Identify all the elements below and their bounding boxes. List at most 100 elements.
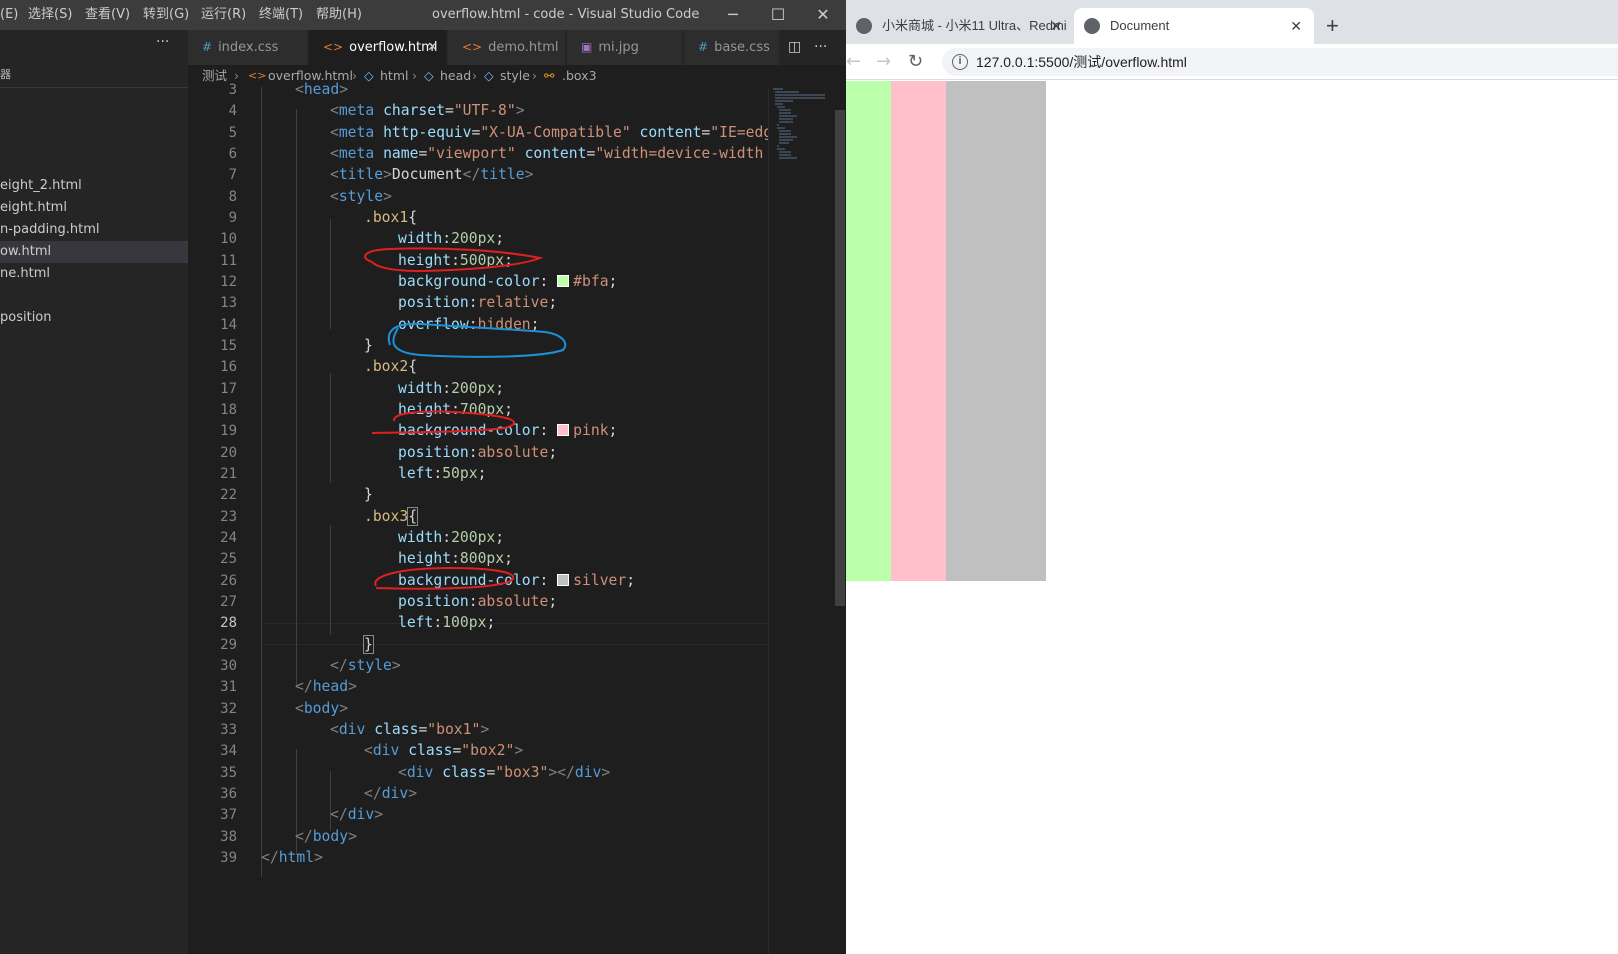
menu-edit[interactable]: (E) [0,0,18,30]
line-number: 33 [220,722,237,738]
menu-go[interactable]: 转到(G) [143,0,189,30]
editor-scrollbar[interactable] [832,87,846,954]
tab-label: demo.html [488,40,559,55]
new-tab-button[interactable]: + [1326,8,1339,44]
menu-terminal[interactable]: 终端(T) [259,0,303,30]
url-text[interactable]: 127.0.0.1:5500/测试/overflow.html [976,48,1187,76]
line-number: 36 [220,786,237,802]
line-number: 25 [220,551,237,567]
menu-view[interactable]: 查看(V) [85,0,130,30]
folder-item[interactable]: position [0,307,188,329]
code-editor[interactable]: 3 4 5 6 7 8 9 10 11 12 13 14 15 16 17 18… [188,81,772,954]
file-item[interactable]: ne.html [0,263,188,285]
tab-label: base.css [714,40,770,55]
indent-guide [330,525,331,635]
line-number-active: 28 [220,615,237,631]
globe-icon [1084,18,1100,34]
color-swatch[interactable] [557,275,570,287]
code-line: <head> [295,81,349,98]
line-number: 31 [220,679,237,695]
css-file-icon: # [202,40,213,54]
close-tab-icon[interactable]: ✕ [427,30,438,65]
forward-button[interactable]: → [876,44,891,80]
line-number: 24 [220,530,237,546]
color-swatch[interactable] [557,574,570,586]
box1 [846,81,1046,581]
chevron-right-icon: › [412,68,417,83]
tab-index-css[interactable]: # index.css [188,30,308,65]
line-number: 35 [220,765,237,781]
box3 [946,81,1046,581]
browser-tab-mi[interactable]: 小米商城 - 小米11 Ultra、Redmi ✕ [846,8,1074,44]
tab-demo-html[interactable]: <> demo.html [448,30,566,65]
code-line: </html> [261,849,323,866]
scrollbar-thumb[interactable] [835,110,845,606]
code-line: overflow:hidden; [398,316,540,333]
line-number: 12 [220,274,237,290]
code-line: </style> [330,657,401,674]
line-number: 19 [220,423,237,439]
line-number: 13 [220,295,237,311]
chevron-right-icon: › [472,68,477,83]
code-line: height:700px; [398,401,513,418]
code-line: position:absolute; [398,444,558,461]
breadcrumb: 测试 › <> overflow.html › ◇ html › ◇ head … [188,65,846,87]
color-swatch[interactable] [557,424,570,436]
tab-overflow-html[interactable]: <> overflow.html ✕ [309,30,447,65]
menu-help[interactable]: 帮助(H) [316,0,362,30]
vscode-window: (E) 选择(S) 查看(V) 转到(G) 运行(R) 终端(T) 帮助(H) … [0,0,846,954]
html-file-icon: <> [462,40,483,54]
line-number: 23 [220,509,237,525]
close-tab-icon[interactable]: ✕ [1290,8,1302,44]
file-item[interactable]: eight_2.html [0,175,188,197]
tab-base-css[interactable]: # base.css [684,30,780,65]
close-tab-icon[interactable]: ✕ [1050,8,1062,44]
code-line: .box2{ [364,358,418,375]
reload-button[interactable]: ↻ [908,44,923,80]
tab-label: index.css [218,40,279,55]
split-editor-icon[interactable]: ◫ [788,30,801,65]
html-file-icon: <> [248,69,267,82]
maximize-button[interactable]: ☐ [755,0,801,30]
code-line: background-color: pink; [398,422,618,439]
line-number: 9 [228,210,237,226]
chevron-right-icon: › [352,68,357,83]
breadcrumb-html[interactable]: html [380,65,408,87]
file-item[interactable]: n-padding.html [0,219,188,241]
code-line: <div class="box2"> [364,742,524,759]
address-bar[interactable]: i 127.0.0.1:5500/测试/overflow.html [942,48,1618,76]
tab-mi-jpg[interactable]: ▣ mi.jpg [567,30,683,65]
back-button[interactable]: ← [846,44,861,80]
browser-window: 小米商城 - 小米11 Ultra、Redmi ✕ Document ✕ + ←… [846,0,1618,954]
code-line: <style> [330,188,392,205]
explorer-sidebar: ··· 器 eight_2.html eight.html n-padding.… [0,30,188,954]
browser-tab-document[interactable]: Document ✕ [1074,8,1314,44]
page-viewport [846,81,1618,954]
breadcrumb-selector[interactable]: .box3 [562,65,597,87]
minimap-preview [773,88,825,159]
breadcrumb-style[interactable]: style [500,65,530,87]
minimize-button[interactable]: ─ [710,0,756,30]
line-number: 7 [228,167,237,183]
line-number: 10 [220,231,237,247]
line-number: 37 [220,807,237,823]
indent-guide [330,373,331,483]
minimap[interactable] [768,87,832,954]
code-line: </head> [295,678,357,695]
code-line: <meta name="viewport" content="width=dev… [330,145,764,162]
browser-tab-title: Document [1110,18,1170,33]
code-line: <meta http-equiv="X-UA-Compatible" conte… [330,124,773,141]
close-window-button[interactable]: ✕ [800,0,846,30]
menu-selection[interactable]: 选择(S) [28,0,72,30]
code-line: </body> [295,828,357,845]
tab-label: overflow.html [349,40,438,55]
code-line: height:500px; [398,252,513,269]
more-actions-icon[interactable]: ··· [814,30,827,65]
file-item[interactable]: eight.html [0,197,188,219]
info-icon[interactable]: i [952,54,968,70]
breadcrumb-head[interactable]: head [440,65,471,87]
line-number: 34 [220,743,237,759]
menu-run[interactable]: 运行(R) [201,0,246,30]
file-item-active[interactable]: ow.html [0,241,188,263]
more-actions-icon[interactable]: ··· [156,34,169,50]
